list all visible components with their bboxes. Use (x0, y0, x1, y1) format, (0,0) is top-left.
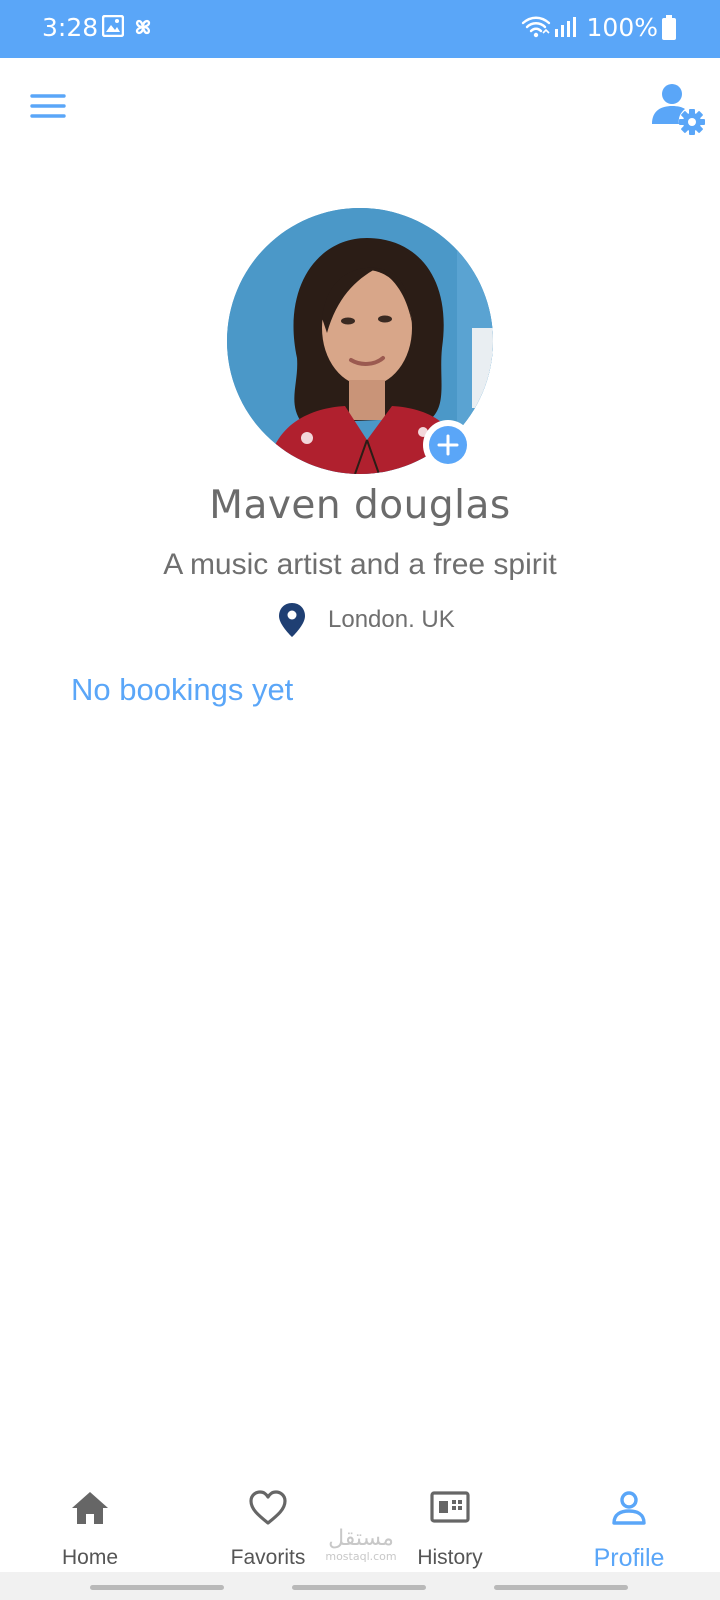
bookings-empty-state: No bookings yet (71, 672, 294, 707)
wifi-icon (521, 15, 551, 43)
history-icon (429, 1490, 471, 1528)
menu-button[interactable] (28, 88, 68, 128)
watermark: مستقل mostaql.com (316, 1526, 406, 1564)
pinwheel-icon (131, 15, 155, 43)
profile-name: Maven douglas (209, 483, 511, 528)
nav-profile[interactable]: Profile (559, 1458, 699, 1572)
profile-bio: A music artist and a free spirit (163, 548, 557, 581)
battery-icon (661, 15, 677, 45)
hamburger-menu-icon (30, 94, 66, 118)
signal-icon (553, 15, 577, 43)
location-pin-icon (278, 602, 306, 638)
plus-icon (437, 434, 459, 456)
profile-settings-button[interactable] (650, 80, 708, 138)
home-icon (70, 1490, 110, 1530)
nav-profile-label: Profile (593, 1544, 665, 1572)
gesture-pill-center[interactable] (292, 1585, 426, 1590)
person-icon (609, 1490, 649, 1530)
heart-icon (248, 1490, 288, 1530)
avatar-container (227, 208, 493, 474)
user-settings-icon (652, 84, 705, 135)
add-photo-button[interactable] (423, 420, 473, 470)
gesture-pill-right[interactable] (494, 1585, 628, 1590)
watermark-arabic: مستقل (328, 1526, 394, 1551)
gesture-pill-left[interactable] (90, 1585, 224, 1590)
image-icon (101, 14, 125, 41)
location-text: London. UK (328, 606, 455, 633)
nav-home[interactable]: Home (20, 1458, 160, 1569)
system-gesture-bar (0, 1572, 720, 1600)
status-bar: 3:28 100% (0, 0, 720, 58)
nav-home-label: Home (61, 1546, 119, 1569)
status-time: 3:28 (42, 13, 99, 42)
top-app-bar (0, 58, 720, 158)
battery-percentage: 100% (586, 13, 658, 42)
watermark-domain: mostaql.com (325, 1550, 397, 1563)
